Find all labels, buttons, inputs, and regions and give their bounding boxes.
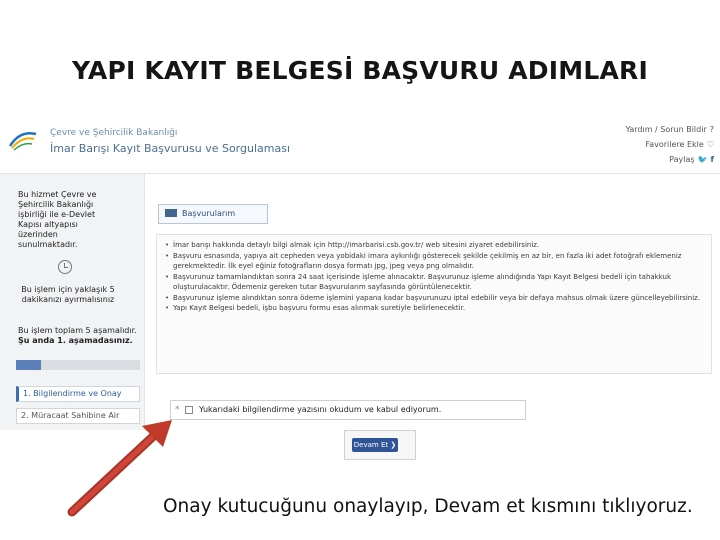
pointer-arrow-icon — [67, 420, 172, 517]
instruction-caption: Onay kutucuğunu onaylayıp, Devam et kısm… — [163, 496, 693, 517]
